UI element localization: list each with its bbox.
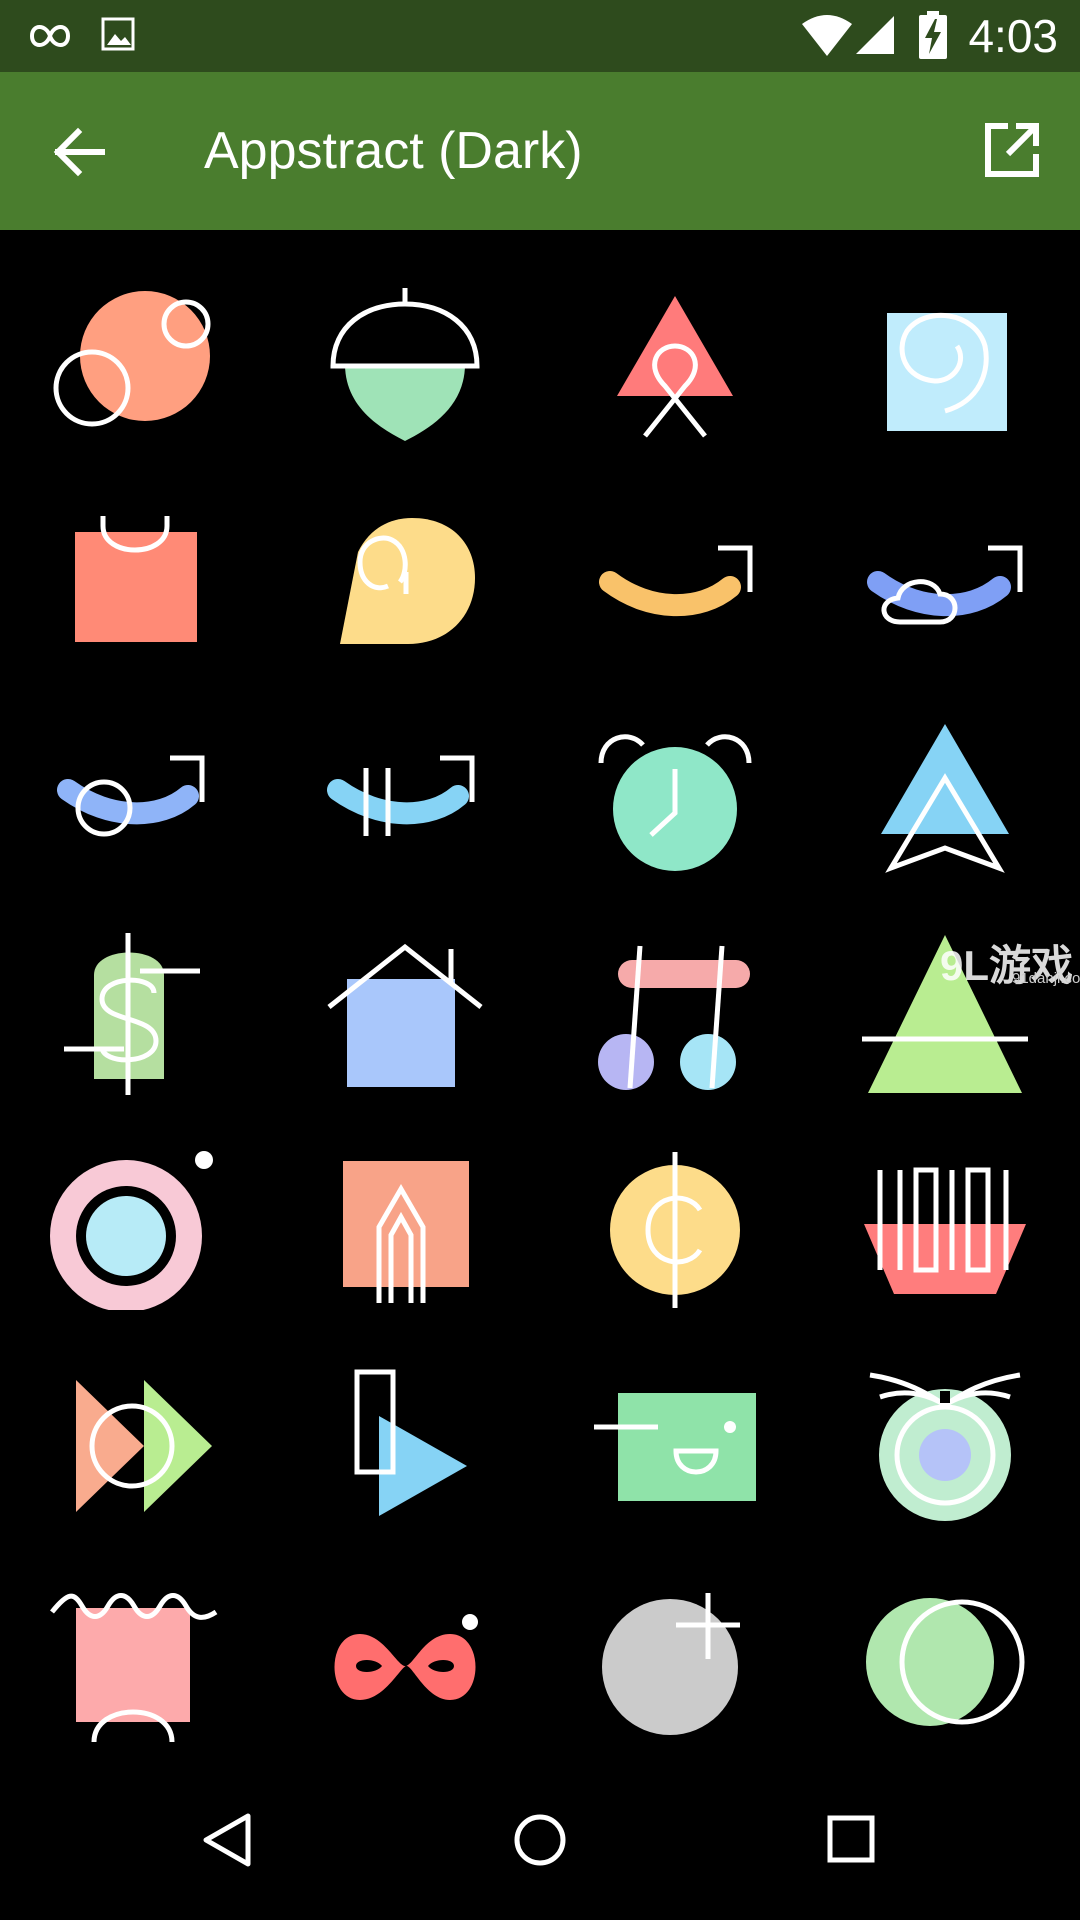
nav-home-icon[interactable] bbox=[512, 1812, 568, 1868]
green-face-card-icon[interactable] bbox=[540, 1338, 810, 1554]
clock: 4:03 bbox=[968, 10, 1058, 62]
page-title: Appstract (Dark) bbox=[204, 122, 583, 180]
nav-back-icon[interactable] bbox=[200, 1812, 256, 1868]
gray-plus-circle-icon[interactable] bbox=[540, 1554, 810, 1770]
red-triangle-ribbon-icon[interactable] bbox=[540, 258, 810, 474]
blue-square-spiral-icon[interactable] bbox=[810, 258, 1080, 474]
blue-smile-bars-icon[interactable] bbox=[270, 690, 540, 906]
nav-recents-icon[interactable] bbox=[826, 1814, 878, 1866]
orange-circles-icon[interactable] bbox=[0, 258, 270, 474]
wifi-icon bbox=[802, 15, 852, 56]
icon-grid bbox=[0, 230, 1080, 1760]
blue-smile-cloud-icon[interactable] bbox=[810, 474, 1080, 690]
image-icon bbox=[101, 17, 135, 51]
red-bag-icon[interactable] bbox=[0, 474, 270, 690]
green-acorn-icon[interactable] bbox=[270, 258, 540, 474]
status-bar: 4:03 bbox=[0, 0, 1080, 72]
blue-play-bar-icon[interactable] bbox=[270, 1338, 540, 1554]
arrow-left-icon[interactable] bbox=[50, 122, 110, 182]
yellow-speech-bubble-icon[interactable] bbox=[270, 474, 540, 690]
pink-camera-ring-icon[interactable] bbox=[0, 1122, 270, 1338]
green-ring-ribbon-icon[interactable] bbox=[810, 1338, 1080, 1554]
blue-house-icon[interactable] bbox=[270, 906, 540, 1122]
blue-smile-circle-icon[interactable] bbox=[0, 690, 270, 906]
pink-ticket-icon[interactable] bbox=[0, 1554, 270, 1770]
orange-paperclip-square-icon[interactable] bbox=[270, 1122, 540, 1338]
app-bar: Appstract (Dark) bbox=[0, 72, 1080, 230]
red-piano-keys-icon[interactable] bbox=[810, 1122, 1080, 1338]
blue-triangle-arrow-icon[interactable] bbox=[810, 690, 1080, 906]
orange-smile-arrow-icon[interactable] bbox=[540, 474, 810, 690]
infinity-icon bbox=[29, 25, 71, 47]
open-in-new-icon[interactable] bbox=[984, 122, 1040, 178]
teal-alarm-clock-icon[interactable] bbox=[540, 690, 810, 906]
signal-icon bbox=[856, 16, 894, 54]
yellow-cent-coin-icon[interactable] bbox=[540, 1122, 810, 1338]
red-infinity-icon[interactable] bbox=[270, 1554, 540, 1770]
battery-charging-icon bbox=[919, 11, 947, 59]
navigation-bar bbox=[0, 1760, 1080, 1920]
green-overlapping-circles-icon[interactable] bbox=[810, 1554, 1080, 1770]
watermark-url: 91danji.com bbox=[1012, 970, 1080, 987]
music-note-icon[interactable] bbox=[540, 906, 810, 1122]
green-dollar-icon[interactable] bbox=[0, 906, 270, 1122]
orange-fast-forward-icon[interactable] bbox=[0, 1338, 270, 1554]
